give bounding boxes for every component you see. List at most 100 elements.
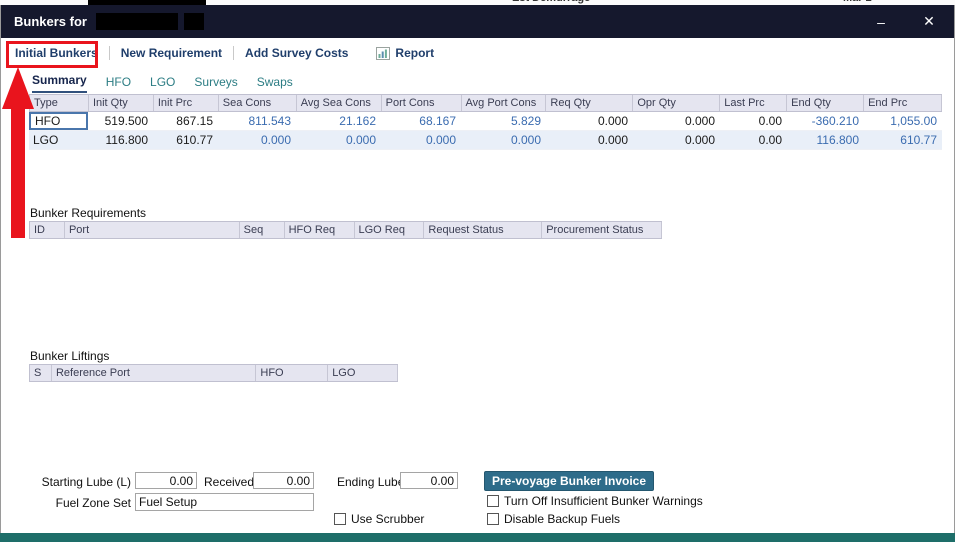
liftings-grid: S Reference Port HFO LGO <box>29 364 398 454</box>
column-header-end-qty: End Qty <box>787 95 864 111</box>
tab-hfo[interactable]: HFO <box>106 75 131 93</box>
summary-cell[interactable]: -360.210 <box>787 112 864 130</box>
toolbar: Initial Bunkers New Requirement Add Surv… <box>1 38 954 68</box>
column-header-port: Port <box>65 222 240 238</box>
summary-cell[interactable]: 5.829 <box>461 112 546 130</box>
background-text-fragment: Est Demurrage <box>512 0 590 4</box>
new-requirement-button[interactable]: New Requirement <box>121 46 222 60</box>
summary-cell[interactable]: 116.800 <box>88 131 153 149</box>
summary-cell[interactable]: 610.77 <box>864 131 942 149</box>
use-scrubber-checkbox[interactable]: Use Scrubber <box>334 512 424 526</box>
column-header-hfo: HFO <box>256 365 328 381</box>
tab-lgo[interactable]: LGO <box>150 75 175 93</box>
fuel-zone-set-input[interactable] <box>135 493 314 511</box>
requirements-grid-header: ID Port Seq HFO Req LGO Req Request Stat… <box>29 221 662 239</box>
tab-swaps[interactable]: Swaps <box>257 75 293 93</box>
summary-cell[interactable]: 610.77 <box>153 131 218 149</box>
checkbox-box[interactable] <box>487 513 499 525</box>
report-chart-icon <box>376 47 390 60</box>
received-input[interactable] <box>253 472 314 489</box>
liftings-grid-header: S Reference Port HFO LGO <box>29 364 398 382</box>
column-header-sea-cons: Sea Cons <box>219 95 297 111</box>
report-group: Report <box>376 46 434 60</box>
background-bottom-strip <box>0 533 955 542</box>
bunker-liftings-label: Bunker Liftings <box>30 349 109 363</box>
summary-cell[interactable]: 0.000 <box>461 131 546 149</box>
summary-cell[interactable]: 0.00 <box>720 131 787 149</box>
add-survey-costs-button[interactable]: Add Survey Costs <box>245 46 348 60</box>
tab-surveys[interactable]: Surveys <box>194 75 237 93</box>
fuel-zone-set-label: Fuel Zone Set <box>29 496 131 510</box>
summary-cell[interactable]: 21.162 <box>296 112 381 130</box>
toolbar-separator <box>233 46 234 60</box>
summary-cell[interactable]: 867.15 <box>153 112 218 130</box>
tab-summary[interactable]: Summary <box>32 73 87 93</box>
column-header-type: Type <box>30 95 89 111</box>
checkbox-box[interactable] <box>334 513 346 525</box>
column-header-init-prc: Init Prc <box>154 95 219 111</box>
summary-cell[interactable]: 519.500 <box>88 112 153 130</box>
tab-bar: Summary HFO LGO Surveys Swaps <box>1 68 954 93</box>
checkbox-box[interactable] <box>487 495 499 507</box>
pre-voyage-bunker-invoice-button[interactable]: Pre-voyage Bunker Invoice <box>484 471 654 491</box>
redacted-voyage-number <box>184 13 204 30</box>
column-header-seq: Seq <box>240 222 285 238</box>
summary-cell[interactable]: 0.000 <box>546 131 633 149</box>
background-text-fragment: Mar 2 <box>843 0 872 4</box>
summary-cell[interactable]: 68.167 <box>381 112 461 130</box>
column-header-hfo-req: HFO Req <box>285 222 355 238</box>
column-header-lgo-req: LGO Req <box>355 222 425 238</box>
column-header-avg-sea-cons: Avg Sea Cons <box>297 95 382 111</box>
window-controls: – ✕ <box>872 13 938 30</box>
summary-cell[interactable]: 0.00 <box>720 112 787 130</box>
summary-cell[interactable]: 0.000 <box>546 112 633 130</box>
checkbox-label: Disable Backup Fuels <box>504 512 620 526</box>
requirements-grid: ID Port Seq HFO Req LGO Req Request Stat… <box>29 221 662 345</box>
summary-cell[interactable]: 0.000 <box>381 131 461 149</box>
summary-cell[interactable]: 0.000 <box>218 131 296 149</box>
ending-lube-label: Ending Lube <box>337 475 404 489</box>
ending-lube-input[interactable] <box>400 472 458 489</box>
column-header-last-prc: Last Prc <box>720 95 787 111</box>
summary-cell[interactable]: 811.543 <box>218 112 296 130</box>
toolbar-separator <box>109 46 110 60</box>
checkbox-label: Use Scrubber <box>351 512 424 526</box>
column-header-req-qty: Req Qty <box>546 95 633 111</box>
redacted-vessel-name <box>96 13 178 30</box>
summary-grid: Type Init Qty Init Prc Sea Cons Avg Sea … <box>29 94 942 204</box>
column-header-avg-port-cons: Avg Port Cons <box>462 95 547 111</box>
summary-cell-type[interactable]: LGO <box>29 131 88 149</box>
screen: Est Demurrage Mar 2 Bunkers for – ✕ Init… <box>0 0 955 542</box>
minimize-button[interactable]: – <box>872 14 890 30</box>
summary-cell[interactable]: 0.000 <box>296 131 381 149</box>
column-header-port-cons: Port Cons <box>382 95 462 111</box>
column-header-lgo: LGO <box>328 365 398 381</box>
summary-row-hfo: HFO 519.500 867.15 811.543 21.162 68.167… <box>29 112 942 131</box>
starting-lube-label: Starting Lube (L) <box>29 475 131 489</box>
bunker-requirements-label: Bunker Requirements <box>30 206 146 220</box>
summary-row-lgo: LGO 116.800 610.77 0.000 0.000 0.000 0.0… <box>29 131 942 150</box>
summary-cell[interactable]: 1,055.00 <box>864 112 942 130</box>
summary-cell-type[interactable]: HFO <box>29 112 88 130</box>
column-header-init-qty: Init Qty <box>89 95 154 111</box>
checkbox-label: Turn Off Insufficient Bunker Warnings <box>504 494 703 508</box>
column-header-end-prc: End Prc <box>864 95 942 111</box>
column-header-procurement-status: Procurement Status <box>542 222 662 238</box>
starting-lube-input[interactable] <box>135 472 197 489</box>
summary-grid-header: Type Init Qty Init Prc Sea Cons Avg Sea … <box>29 94 942 112</box>
summary-cell[interactable]: 0.000 <box>633 112 720 130</box>
annotation-arrow <box>1 64 37 240</box>
turn-off-insufficient-bunker-warnings-checkbox[interactable]: Turn Off Insufficient Bunker Warnings <box>487 494 703 508</box>
bunkers-dialog: Bunkers for – ✕ Initial Bunkers New Requ… <box>0 5 955 533</box>
report-button[interactable]: Report <box>395 46 434 60</box>
received-label: Received <box>204 475 254 489</box>
liftings-grid-empty-area <box>29 382 398 454</box>
close-button[interactable]: ✕ <box>920 13 938 30</box>
window-title: Bunkers for <box>14 14 87 29</box>
summary-cell[interactable]: 116.800 <box>787 131 864 149</box>
column-header-opr-qty: Opr Qty <box>633 95 720 111</box>
disable-backup-fuels-checkbox[interactable]: Disable Backup Fuels <box>487 512 620 526</box>
summary-grid-empty-area <box>29 150 942 204</box>
summary-cell[interactable]: 0.000 <box>633 131 720 149</box>
column-header-request-status: Request Status <box>424 222 542 238</box>
